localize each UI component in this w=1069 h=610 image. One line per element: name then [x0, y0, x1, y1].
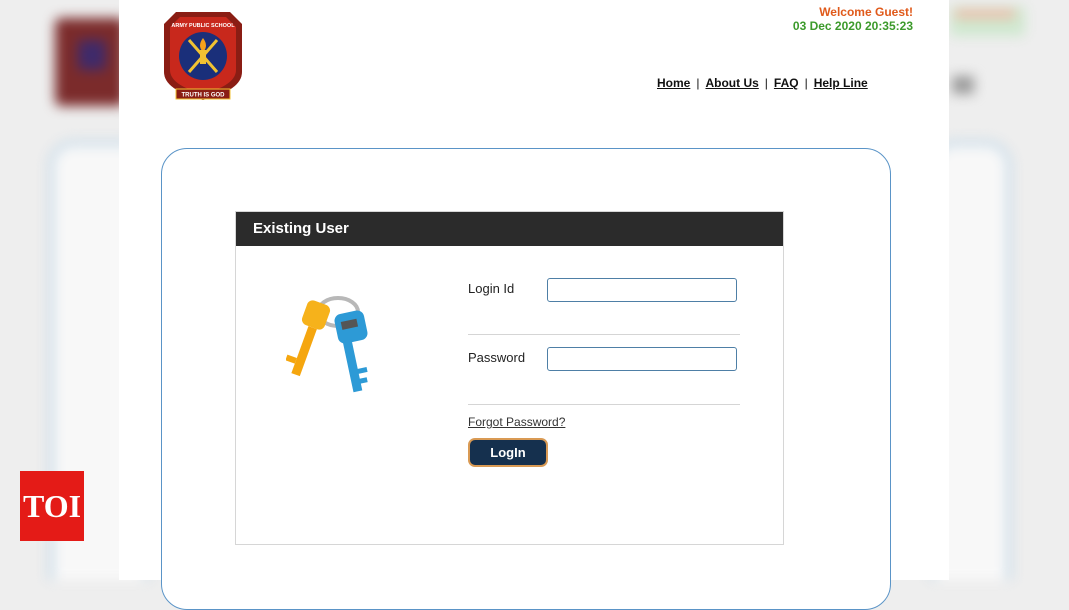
- divider: [468, 404, 740, 405]
- blurred-logo-detail: [78, 40, 106, 70]
- forgot-password-link[interactable]: Forgot Password?: [468, 415, 565, 429]
- nav-separator: |: [764, 76, 768, 90]
- nav-home-link[interactable]: Home: [657, 76, 690, 90]
- divider: [468, 334, 740, 335]
- nav-separator: |: [696, 76, 700, 90]
- welcome-block: Welcome Guest! 03 Dec 2020 20:35:23: [793, 5, 913, 33]
- nav-help-line-link[interactable]: Help Line: [814, 76, 868, 90]
- page-container: TRUTH IS GOD ARMY PUBLIC SCHOOL Welcome …: [119, 0, 949, 610]
- datetime-text: 03 Dec 2020 20:35:23: [792, 19, 913, 33]
- login-title: Existing User: [236, 212, 783, 246]
- login-id-input[interactable]: [547, 278, 737, 302]
- toi-watermark: TOI: [20, 471, 84, 541]
- nav-about-us-link[interactable]: About Us: [705, 76, 758, 90]
- logo-school-name: ARMY PUBLIC SCHOOL: [171, 23, 235, 29]
- login-id-label: Login Id: [468, 281, 515, 296]
- army-public-school-logo: TRUTH IS GOD ARMY PUBLIC SCHOOL: [164, 12, 242, 100]
- password-input[interactable]: [547, 347, 737, 371]
- logo-motto: TRUTH IS GOD: [182, 93, 226, 99]
- blurred-header-strip-detail: [955, 10, 1015, 18]
- top-nav: Home | About Us | FAQ | Help Line: [657, 76, 868, 90]
- nav-faq-link[interactable]: FAQ: [774, 76, 799, 90]
- login-button[interactable]: LogIn: [468, 438, 548, 467]
- password-label: Password: [468, 350, 526, 365]
- blurred-nav: [952, 76, 974, 94]
- keys-icon: [286, 296, 368, 393]
- login-box: Existing User Login Id Password Forgot P…: [235, 211, 784, 545]
- welcome-text: Welcome Guest!: [819, 5, 913, 19]
- nav-separator: |: [804, 76, 808, 90]
